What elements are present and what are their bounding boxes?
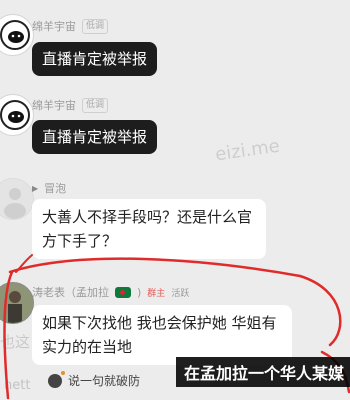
user-tag-badge: 低调 [82,97,109,113]
paren-close: ) [137,285,142,299]
faded-overlay-text: nett [4,378,31,393]
chat-message-bubble[interactable]: 直播肯定被举报 [32,42,158,76]
sender-name-row: 绵羊宇宙 低调 [32,97,109,113]
avatar[interactable] [0,282,34,324]
sheep-avatar-icon [0,20,30,50]
reply-input-hint[interactable]: 说一句就破防 [48,370,141,389]
reply-hint-text: 说一句就破防 [68,374,141,388]
admin-badge: 群主 [147,288,166,299]
video-caption: 在孟加拉一个华人某媒 [175,357,350,387]
avatar[interactable] [0,94,34,136]
avatar[interactable] [0,178,34,220]
activity-badge: 活跃 [171,288,190,299]
default-avatar-icon [4,188,26,219]
watermark-text: eizi.me [213,135,282,166]
play-icon: ▶ [32,183,39,193]
chat-message-bubble[interactable]: 大善人不择手段吗？还是什么官方下手了？ [32,199,266,259]
sender-name-row: 绵羊宇宙 低调 [32,18,109,34]
user-tag-badge: 低调 [82,18,109,34]
sender-name[interactable]: 绵羊宇宙 [32,18,76,34]
sender-name-row: 涛老表（孟加拉 ) 群主 活跃 [32,284,189,300]
avatar[interactable] [0,14,34,56]
chat-message-bubble[interactable]: 直播肯定被举报 [32,120,158,154]
person-photo-avatar-icon [0,283,33,323]
sender-name[interactable]: 涛老表（孟加拉 [32,284,109,300]
sender-name[interactable]: 绵羊宇宙 [32,97,76,113]
bomb-icon [48,370,65,388]
bangladesh-flag-icon [115,286,131,298]
sender-name-row: ▶ 冒泡 [32,180,66,196]
sender-name[interactable]: 冒泡 [44,180,66,196]
chat-message-bubble[interactable]: 如果下次找他 我也会保护她 华姐有实力的在当地 [32,305,292,365]
faded-overlay-text: 也这 [0,333,31,351]
sheep-avatar-icon [0,100,30,130]
